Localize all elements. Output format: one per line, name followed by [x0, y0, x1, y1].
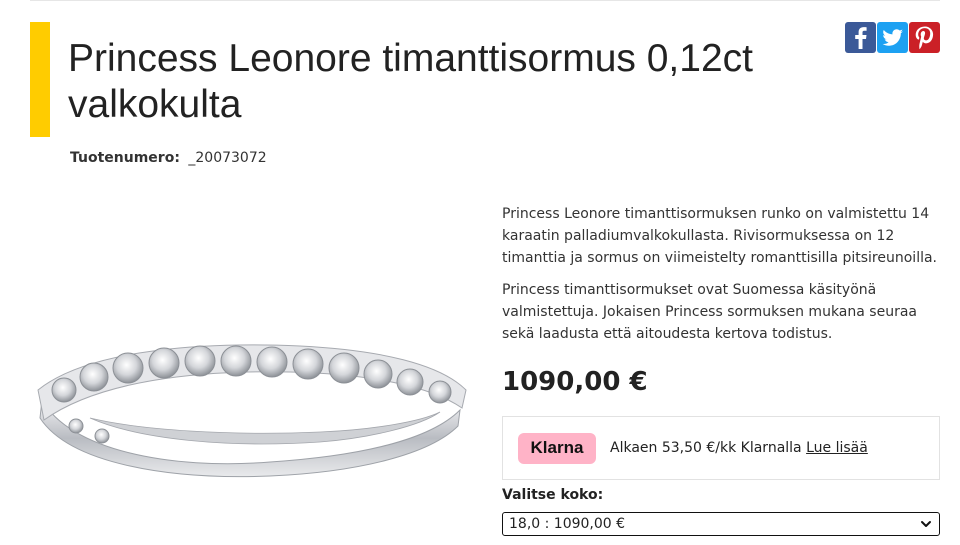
title-accent-bar — [30, 22, 50, 137]
klarna-banner: Klarna Alkaen 53,50 €/kk Klarnalla Lue l… — [502, 416, 940, 480]
product-title: Princess Leonore timanttisormus 0,12ct v… — [68, 37, 753, 126]
description-paragraph-1: Princess Leonore timanttisormuksen runko… — [502, 206, 937, 266]
klarna-info: Alkaen 53,50 €/kk Klarnalla Lue lisää — [610, 440, 868, 456]
description-paragraph-2: Princess timanttisormukset ovat Suomessa… — [502, 282, 917, 342]
ring-image — [37, 344, 467, 478]
product-price: 1090,00 € — [502, 367, 648, 397]
product-number-value: _20073072 — [188, 150, 267, 166]
pinterest-icon[interactable] — [909, 22, 940, 53]
share-buttons — [845, 22, 940, 53]
size-select-label: Valitse koko: — [502, 487, 604, 503]
size-select[interactable]: 18,0 : 1090,00 € — [502, 512, 940, 536]
twitter-icon[interactable] — [877, 22, 908, 53]
product-description: Princess Leonore timanttisormuksen runko… — [502, 203, 940, 355]
klarna-logo: Klarna — [518, 432, 596, 464]
size-select-value: 18,0 : 1090,00 € — [509, 516, 626, 532]
product-number-label: Tuotenumero: — [70, 150, 180, 166]
klarna-installment-text: Alkaen 53,50 €/kk Klarnalla — [610, 440, 802, 456]
chevron-down-icon — [921, 521, 931, 527]
facebook-icon[interactable] — [845, 22, 876, 53]
klarna-read-more-link[interactable]: Lue lisää — [806, 440, 868, 456]
top-divider — [30, 0, 940, 1]
product-number: Tuotenumero: _20073072 — [70, 150, 267, 166]
